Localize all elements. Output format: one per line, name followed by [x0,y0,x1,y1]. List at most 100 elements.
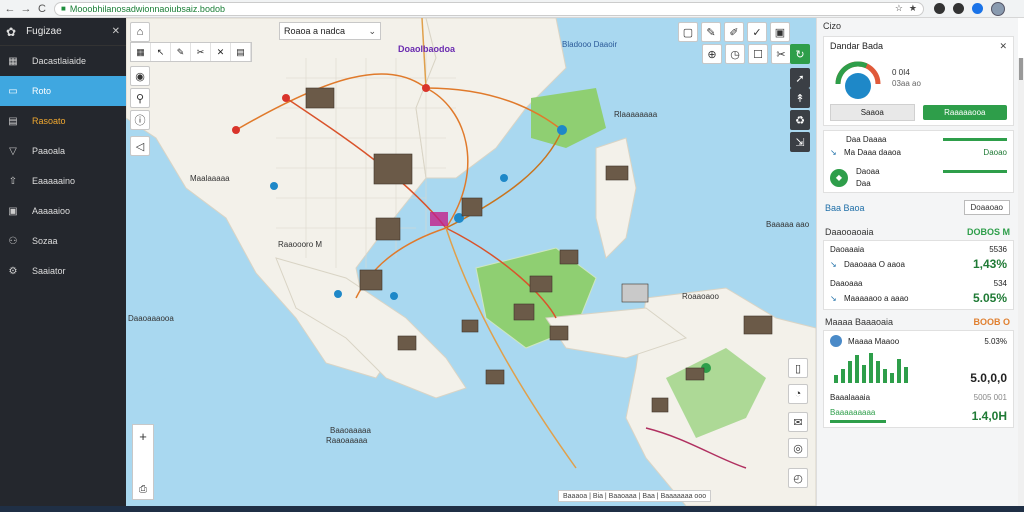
gauge-value: 0 0I4 [892,68,910,77]
app-logo-icon: ✿ [6,24,17,39]
clock-icon[interactable]: ◷ [725,44,745,64]
stat-title: Daoaaaia [830,245,865,254]
sidebar-item-exports[interactable]: ⇧ Eaaaaaino [0,166,126,196]
stat-value-big: 1,43% [972,257,1007,271]
secondary-button[interactable]: Saaoa [830,104,915,121]
location-icon[interactable]: ◉ [130,66,150,86]
cursor-icon[interactable]: ↖ [151,43,171,61]
sidebar-item-reports[interactable]: ▣ Aaaaaioo [0,196,126,226]
sidebar-item-resources[interactable]: ▤ Rasoato [0,106,126,136]
stat-sub: Maaaaaoo a aaao [844,293,909,303]
stats-panel: Cizo Dandar Bada ✕ 0 0I4 03aa ao Saaoa R… [816,18,1018,506]
compass-icon[interactable]: ⊕ [702,44,722,64]
phone-icon[interactable]: ☐ [748,44,768,64]
sidebar: ✿ Fugizae ✕ ▦ Dacastlaiaide ▭ Roto ▤ Rasoat… [0,18,126,506]
extension-icon[interactable] [934,3,945,14]
details-button[interactable]: Doaaoao [963,200,1010,215]
stat-card: Daoaaaia 5536 ↘ Daaoaaa O aaoa 1,43% Daaoaa… [823,240,1014,310]
edit-icon[interactable]: ✎ [701,22,721,42]
refresh-icon[interactable]: ↻ [790,44,810,64]
mini-bar [848,361,852,383]
primary-button[interactable]: Raaaaaooa [922,105,1007,120]
stat-title: Daaoaaa [830,279,863,288]
map-attribution: Baaaoa | Bia | Baaoaaa | Baa | Baaaaaaa … [558,490,712,502]
close-icon[interactable]: ✕ [999,41,1007,52]
profile-avatar[interactable] [991,1,1005,16]
close-icon[interactable]: ✕ [112,26,120,37]
direction-icon[interactable]: ↟ [790,88,810,108]
zoom-in-icon[interactable]: + [139,429,147,444]
star-icon[interactable]: ☆ [895,3,903,14]
pencil-icon[interactable]: ✐ [724,22,744,42]
folder-icon: ▤ [8,115,18,127]
pin-icon[interactable]: ⚲ [130,88,150,108]
gauge-center [845,73,871,99]
mini-bar [890,373,894,383]
extension-icon[interactable] [972,3,983,14]
url-text: Mooobhilanosadwionnaoiubsaiz.bodob [69,3,225,14]
print-icon[interactable]: ⎙ [139,484,147,495]
message-icon[interactable]: ✉ [788,412,808,432]
section-title: Baa Baoa [825,202,865,213]
layer-select[interactable]: Roaoa a nadca ⌄ [279,22,381,40]
map-label: Doaolbaodoa [398,44,456,54]
check-icon[interactable]: ✓ [747,22,767,42]
user-icon: ⚇ [8,235,18,247]
target-icon[interactable]: ◎ [788,438,808,458]
stat-value-big: 1.4,0H [971,408,1007,423]
gauge-sub: 03aa ao [892,79,921,88]
bookmark-icon[interactable]: ★ [909,3,917,14]
gauge-chart [835,61,881,99]
address-bar[interactable]: ■ Mooobhilanosadwionnaoiubsaiz.bodob ☆ ★ [54,1,924,16]
reload-icon[interactable]: C [36,3,48,15]
mini-bar-chart [834,353,908,383]
sidebar-item-map[interactable]: ▭ Roto [0,76,126,106]
mini-bar [855,355,859,383]
section-value: BOOB O [973,317,1010,327]
close-icon[interactable]: ✕ [211,43,231,61]
stat-value-big: 5.05% [972,291,1007,305]
layers-icon[interactable]: ▤ [231,43,251,61]
back-icon[interactable]: ← [4,3,16,15]
mini-bar [834,375,838,383]
map-view[interactable]: ⌂ Roaoa a nadca ⌄ ▦ ↖ ✎ ✂ ✕ ▤ ◉ ⚲ ⓘ ◁ ▢ ✎… [126,18,816,506]
route-icon[interactable]: ➚ [790,68,810,88]
info-icon[interactable]: ⓘ [130,110,150,130]
mini-bar [869,353,873,383]
stat-value-small: 5536 [989,245,1007,254]
map-label: Maalaaaaa [190,174,230,183]
stat-value-small: 534 [993,279,1007,288]
map-top-controls: ▢ ✎ ✐ ✓ ▣ [678,22,790,42]
square-icon[interactable]: ▢ [678,22,698,42]
sidebar-item-settings[interactable]: ⚙ Saaiator [0,256,126,286]
map-canvas [126,18,816,506]
mini-bar [897,359,901,383]
measure-icon[interactable]: ✎ [171,43,191,61]
export-icon[interactable]: ⇲ [790,132,810,152]
sidebar-item-dashboard[interactable]: ▦ Dacastlaiaide [0,46,126,76]
sidebar-item-users[interactable]: ⚇ Sozaa [0,226,126,256]
forward-icon[interactable]: → [20,3,32,15]
navigate-icon[interactable]: ◁ [130,136,150,156]
progress-bar [943,138,1007,141]
grid-icon[interactable]: ▦ [131,43,151,61]
map-label: Baaaaa aao [766,220,810,229]
map-toolbar: ▦ ↖ ✎ ✂ ✕ ▤ [130,42,252,62]
lock-icon[interactable]: ▯ [788,358,808,378]
extension-icon[interactable] [953,3,964,14]
sidebar-item-filters[interactable]: ▽ Paaoala [0,136,126,166]
route-icon: ↘ [830,148,837,157]
bell-icon[interactable]: ◔ [788,384,808,404]
panel-scrollbar[interactable] [1018,58,1024,506]
stat-sub: Baaaaaaaaa [830,408,876,417]
timer-icon[interactable]: ◴ [788,468,808,488]
scrollbar-thumb[interactable] [1019,58,1023,80]
wrench-icon[interactable]: ✂ [771,44,791,64]
stat-value-small: 5005 001 [973,393,1007,402]
recycle-icon[interactable]: ♻ [790,110,810,130]
home-icon[interactable]: ⌂ [130,22,150,42]
document-icon: ▣ [8,205,18,217]
card-title: Dandar Bada [830,41,884,51]
app-icon[interactable]: ▣ [770,22,790,42]
cut-icon[interactable]: ✂ [191,43,211,61]
